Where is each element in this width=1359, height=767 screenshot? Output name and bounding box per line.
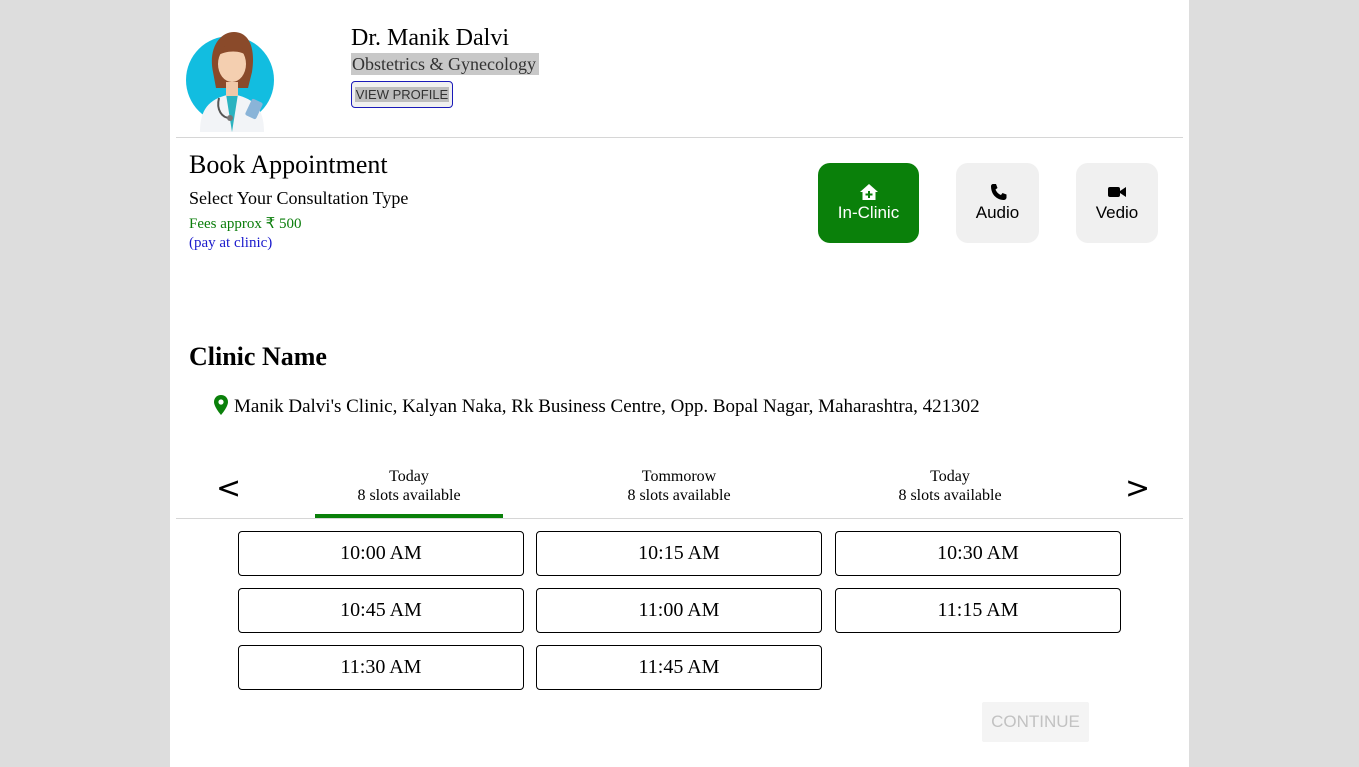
next-date-button[interactable]: > [1125, 474, 1150, 504]
home-plus-icon [859, 184, 878, 200]
date-tab-day: Tommorow [641, 468, 717, 485]
fees-text: Fees approx ₹ 500 [189, 216, 302, 232]
date-tab-day: Today [930, 468, 970, 485]
audio-label: Audio [975, 203, 1020, 222]
date-tab-slots: 8 slots available [357, 487, 461, 504]
view-profile-button[interactable]: VIEW PROFILE [351, 81, 453, 108]
in-clinic-label: In-Clinic [837, 203, 900, 222]
time-slot[interactable]: 10:30 AM [835, 531, 1121, 576]
time-slot[interactable]: 11:45 AM [536, 645, 822, 690]
doctor-avatar [186, 32, 274, 132]
continue-button[interactable]: CONTINUE [982, 702, 1089, 742]
video-label: Vedio [1095, 203, 1139, 222]
time-slot[interactable]: 10:15 AM [536, 531, 822, 576]
date-tab-day: Today [389, 468, 429, 485]
header-divider [176, 137, 1183, 138]
pay-note: (pay at clinic) [189, 235, 273, 251]
phone-icon [990, 184, 1006, 200]
date-tab-slots: 8 slots available [898, 487, 1002, 504]
time-slot[interactable]: 11:15 AM [835, 588, 1121, 633]
consultation-type-label: Select Your Consultation Type [189, 188, 409, 208]
prev-date-button[interactable]: < [216, 474, 241, 504]
date-tab-tomorrow[interactable]: Tommorow 8 slots available [585, 467, 773, 518]
time-slot[interactable]: 11:30 AM [238, 645, 524, 690]
date-tab-today[interactable]: Today 8 slots available [315, 467, 503, 518]
date-tab-third[interactable]: Today 8 slots available [856, 467, 1044, 518]
date-tabs-divider [176, 518, 1183, 519]
location-pin-icon [214, 395, 228, 415]
clinic-address: Manik Dalvi's Clinic, Kalyan Naka, Rk Bu… [214, 395, 980, 418]
booking-page: Dr. Manik Dalvi Obstetrics & Gynecology … [170, 0, 1189, 767]
date-tab-slots: 8 slots available [627, 487, 731, 504]
video-button[interactable]: Vedio [1076, 163, 1158, 243]
doctor-name: Dr. Manik Dalvi [351, 25, 509, 51]
clinic-name-title: Clinic Name [189, 342, 327, 371]
book-appointment-title: Book Appointment [189, 150, 388, 179]
in-clinic-button[interactable]: In-Clinic [818, 163, 919, 243]
audio-button[interactable]: Audio [956, 163, 1039, 243]
time-slot[interactable]: 11:00 AM [536, 588, 822, 633]
view-profile-label: VIEW PROFILE [354, 87, 450, 102]
doctor-specialty: Obstetrics & Gynecology [351, 53, 539, 75]
clinic-address-text: Manik Dalvi's Clinic, Kalyan Naka, Rk Bu… [234, 396, 980, 417]
time-slot[interactable]: 10:45 AM [238, 588, 524, 633]
time-slot[interactable]: 10:00 AM [238, 531, 524, 576]
video-camera-icon [1108, 187, 1126, 197]
